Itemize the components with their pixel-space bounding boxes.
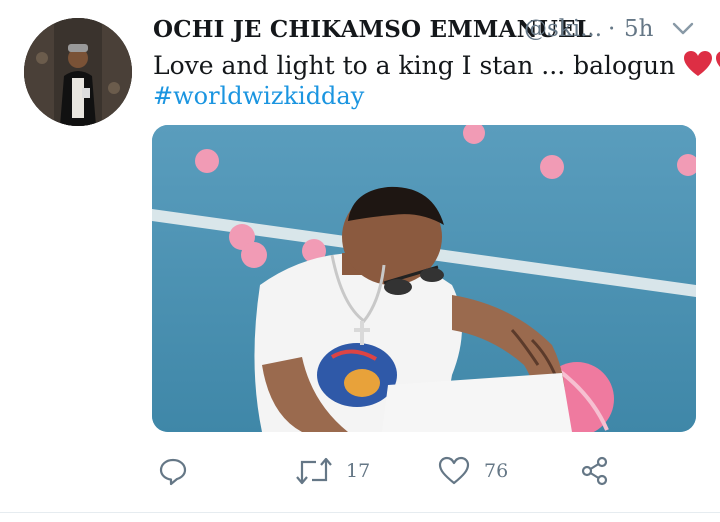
share-icon [581,456,608,486]
divider [0,512,720,513]
tweet-actions: 17 76 [0,446,720,496]
retweet-icon [296,457,332,485]
share-button[interactable] [580,454,610,488]
like-button[interactable]: 76 [438,454,508,488]
tweet-text: Love and light to a king I stan ... balo… [153,50,720,84]
avatar[interactable] [24,18,132,126]
tweet-header: OCHI JE CHIKAMSO EMMANUEL @ski... · 5h [153,12,700,46]
heart-emoji [683,50,720,84]
reply-button[interactable] [158,454,188,488]
like-icon [438,456,470,485]
tweet-media-image[interactable] [152,125,696,432]
like-count: 76 [484,460,509,482]
author-handle[interactable]: @ski... [524,16,602,42]
retweet-button[interactable]: 17 [296,454,370,488]
reply-icon [159,458,187,486]
tweet-text-body: Love and light to a king I stan ... balo… [153,51,684,80]
hashtag-link[interactable]: #worldwizkidday [153,82,364,110]
chevron-down-icon[interactable] [670,18,696,40]
timestamp[interactable]: 5h [624,16,653,42]
retweet-count: 17 [346,460,371,482]
separator: · [608,16,616,42]
